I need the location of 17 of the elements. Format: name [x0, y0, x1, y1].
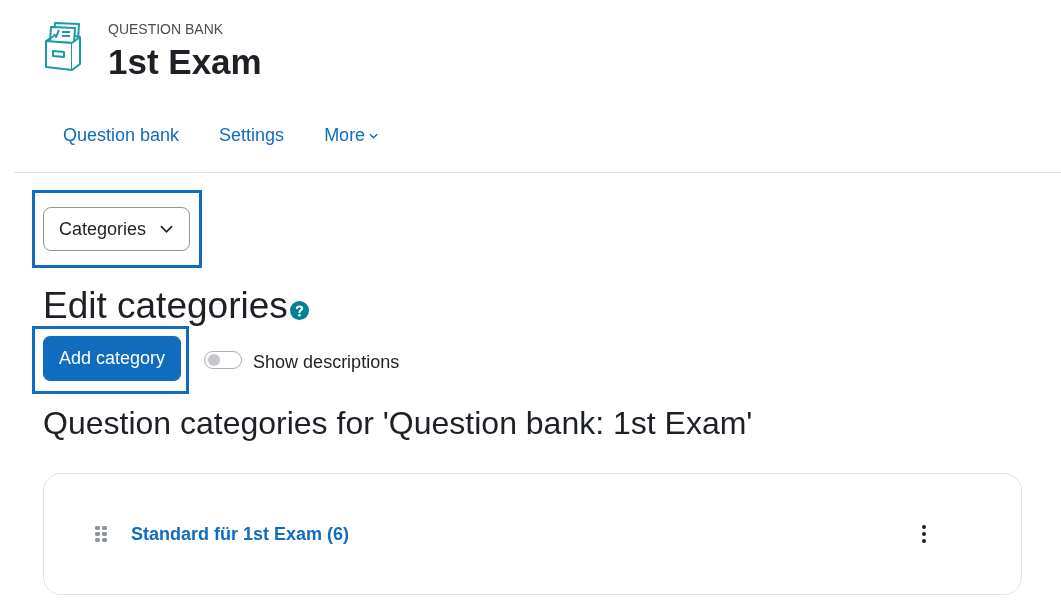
help-icon[interactable] — [289, 301, 309, 320]
nav-link[interactable]: Settings — [219, 124, 285, 146]
page-title: 1st Exam — [108, 41, 262, 83]
category-link[interactable]: Standard für 1st Exam (6) — [131, 523, 350, 545]
toggle-switch[interactable] — [204, 351, 243, 369]
section-heading: Edit categories — [43, 286, 288, 326]
nav-dropdown[interactable]: More — [324, 124, 379, 146]
categories-dropdown[interactable]: Categories — [43, 207, 191, 251]
caret-icon — [369, 133, 379, 139]
page-kicker: QUESTION BANK — [108, 21, 225, 37]
section-subheading: Question categories for 'Question bank: 1st Exam' — [43, 404, 754, 442]
drag-handle-icon[interactable] — [95, 526, 107, 542]
add-category-button[interactable]: Add category — [43, 336, 182, 381]
more-options-icon[interactable] — [922, 525, 926, 543]
chevron-down-icon — [160, 225, 174, 233]
toggle-label: Show descriptions — [253, 351, 400, 373]
nav-link[interactable]: Question bank — [63, 124, 180, 146]
